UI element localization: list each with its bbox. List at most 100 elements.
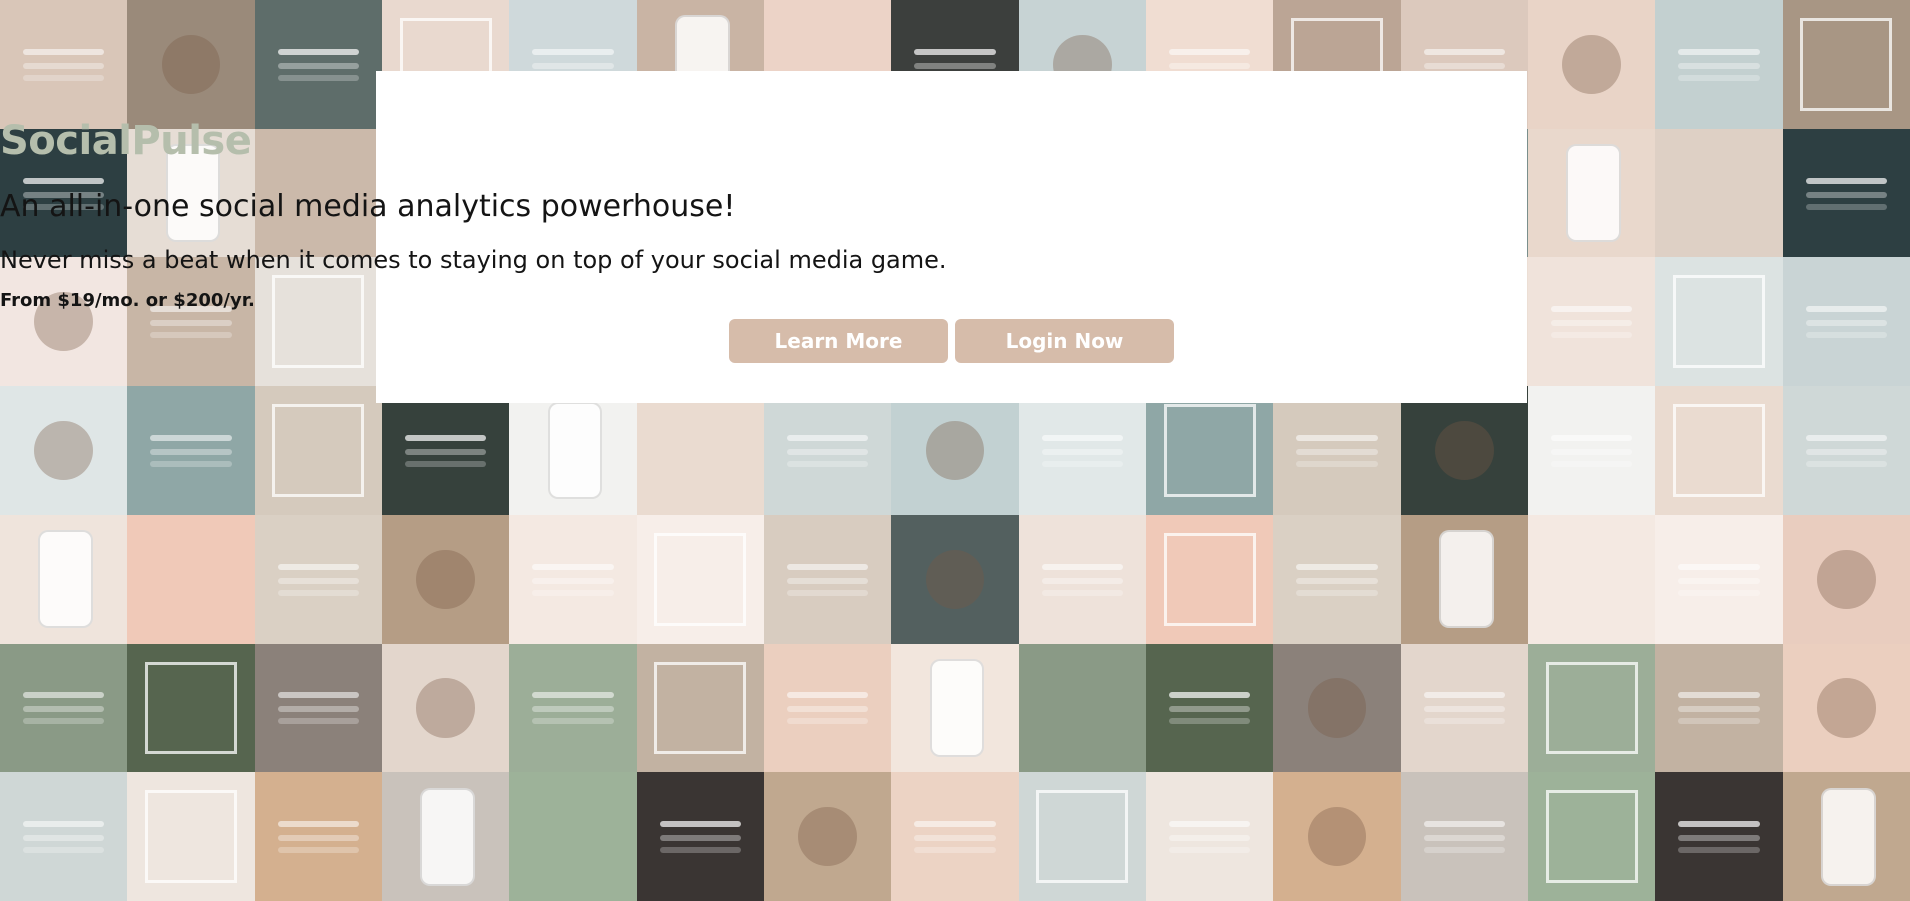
tile-decoration: [547, 401, 603, 500]
tile-decoration: [1673, 404, 1765, 497]
background-tile: [1528, 386, 1656, 515]
pricing-text: From $19/mo. or $200/yr.: [0, 290, 255, 311]
tile-decoration: [1438, 530, 1494, 629]
background-tile: [1655, 386, 1783, 515]
background-tile: [254, 257, 382, 387]
tile-decoration: [1163, 532, 1256, 626]
background-tile: [127, 257, 255, 387]
background-tile: [0, 386, 128, 515]
tile-decoration: [1163, 404, 1256, 497]
tile-decoration: [1307, 807, 1367, 867]
tile-decoration: [1817, 678, 1876, 738]
background-tile: [0, 0, 128, 129]
background-tile: [127, 386, 255, 515]
tile-decoration: [145, 661, 237, 755]
tile-decoration: [1435, 420, 1494, 481]
tile-decoration: [1562, 34, 1621, 94]
hero-subtagline: Never miss a beat when it comes to stayi…: [0, 246, 947, 274]
background-tile: [1782, 257, 1910, 387]
background-tile: [891, 386, 1019, 515]
login-now-button[interactable]: Login Now: [955, 319, 1174, 363]
tile-decoration: [161, 34, 221, 94]
background-tile: [1655, 772, 1783, 901]
tile-decoration: [929, 659, 985, 757]
background-tile: [509, 514, 637, 644]
tile-decoration: [1820, 787, 1876, 886]
background-tile: [254, 386, 382, 515]
background-tile: [1146, 772, 1274, 901]
background-tile: [1018, 643, 1146, 773]
tile-decoration: [272, 404, 365, 497]
tile-decoration: [416, 678, 475, 738]
tile-decoration: [925, 420, 985, 481]
background-tile: [636, 514, 764, 644]
learn-more-button[interactable]: Learn More: [729, 319, 948, 363]
background-tile: [127, 643, 255, 773]
background-tile: [254, 772, 382, 901]
background-tile: [382, 772, 510, 901]
background-tile: [1655, 257, 1783, 387]
background-tile: [1018, 772, 1146, 901]
background-tile: [1018, 386, 1146, 515]
background-tile: [1528, 772, 1656, 901]
background-tile: [127, 514, 255, 644]
background-tile: [127, 0, 255, 129]
background-tile: [254, 643, 382, 773]
background-tile: [1528, 643, 1656, 773]
background-tile: [382, 514, 510, 644]
background-tile: [1400, 514, 1528, 644]
tile-decoration: [416, 549, 475, 609]
background-tile: [636, 643, 764, 773]
background-tile: [1782, 386, 1910, 515]
background-tile: [891, 643, 1019, 773]
background-tile: [1782, 514, 1910, 644]
background-tile: [764, 772, 892, 901]
background-tile: [636, 772, 764, 901]
tile-decoration: [34, 420, 93, 481]
background-tile: [1655, 514, 1783, 644]
tile-decoration: [654, 661, 747, 755]
background-tile: [1782, 0, 1910, 129]
tile-decoration: [1307, 678, 1367, 738]
background-tile: [1528, 0, 1656, 129]
background-tile: [509, 643, 637, 773]
background-tile: [382, 643, 510, 773]
brand-logo-text: SocialPulse: [0, 118, 252, 164]
background-tile: [254, 0, 382, 129]
background-tile: [891, 514, 1019, 644]
background-tile: [1273, 386, 1401, 515]
background-tile: [1273, 772, 1401, 901]
background-tile: [1018, 514, 1146, 644]
background-tile: [0, 772, 128, 901]
tile-decoration: [1817, 549, 1876, 609]
background-tile: [1400, 772, 1528, 901]
background-tile: [0, 643, 128, 773]
cta-buttons: Learn More Login Now: [729, 319, 1174, 363]
background-tile: [1782, 643, 1910, 773]
background-tile: [764, 643, 892, 773]
hero-tagline: An all-in-one social media analytics pow…: [0, 189, 736, 224]
background-tile: [1400, 643, 1528, 773]
background-tile: [1273, 514, 1401, 644]
background-tile: [509, 772, 637, 901]
tile-decoration: [420, 787, 476, 886]
tile-decoration: [925, 549, 985, 609]
background-tile: [127, 772, 255, 901]
background-tile: [1528, 257, 1656, 387]
background-tile: [1655, 0, 1783, 129]
background-tile: [764, 386, 892, 515]
tile-decoration: [1545, 661, 1638, 755]
background-tile: [1146, 643, 1274, 773]
background-tile: [254, 514, 382, 644]
background-tile: [509, 386, 637, 515]
background-tile: [1782, 772, 1910, 901]
background-tile: [1528, 514, 1656, 644]
background-tile: [764, 514, 892, 644]
tile-decoration: [1036, 790, 1129, 883]
background-tile: [636, 386, 764, 515]
background-tile: [382, 386, 510, 515]
background-tile: [1273, 643, 1401, 773]
background-tile: [891, 772, 1019, 901]
background-tile: [1146, 514, 1274, 644]
tile-decoration: [798, 807, 857, 867]
